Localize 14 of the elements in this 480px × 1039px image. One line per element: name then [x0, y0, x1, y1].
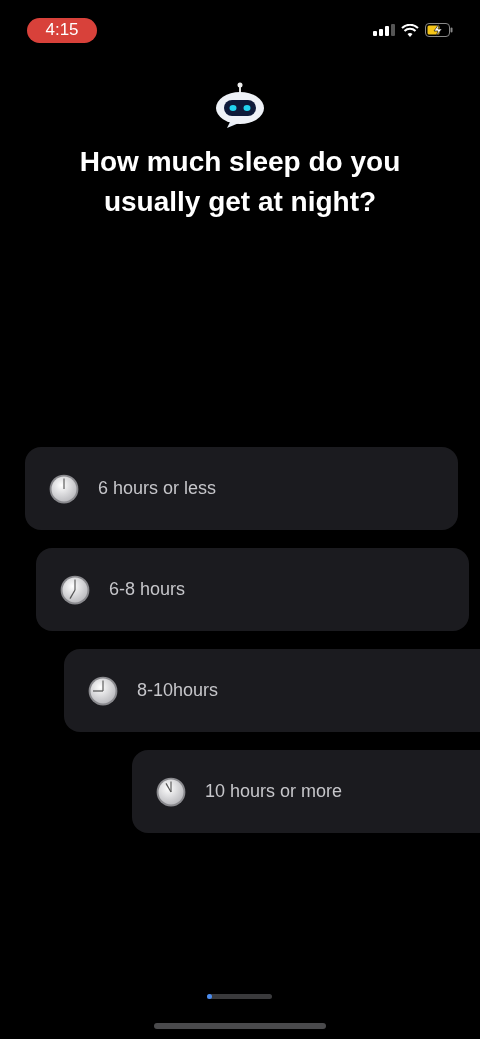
battery-icon	[425, 23, 453, 37]
question-title: How much sleep do you usually get at night?	[78, 145, 402, 219]
option-card[interactable]: 10 hours or more	[132, 750, 480, 833]
clock-icon	[60, 574, 90, 605]
time-badge: 4:15	[27, 17, 97, 43]
robot-icon	[215, 82, 265, 130]
clock-icon	[49, 473, 79, 504]
clock-icon	[88, 675, 118, 706]
clock-icon	[156, 776, 186, 807]
signal-icon	[373, 24, 395, 36]
option-card[interactable]: 6 hours or less	[25, 447, 458, 530]
option-card[interactable]: 6-8 hours	[36, 548, 469, 631]
option-card[interactable]: 8-10hours	[64, 649, 480, 732]
wifi-icon	[401, 23, 419, 37]
